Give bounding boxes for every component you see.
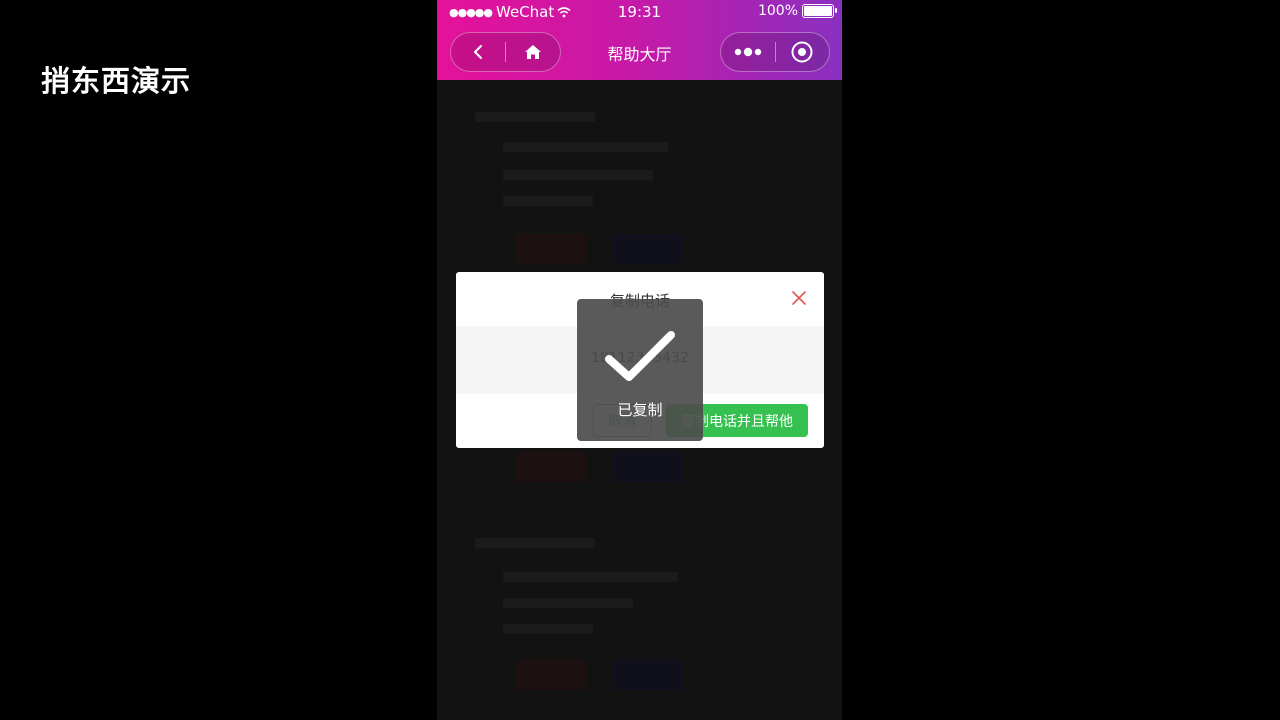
battery-icon [802, 4, 837, 18]
battery-percent: 100% [757, 3, 798, 19]
copied-toast: 已复制 [577, 299, 703, 441]
nav-capsule-right [720, 32, 830, 72]
close-icon[interactable] [792, 291, 806, 305]
checkmark-icon [605, 331, 675, 381]
capsule-close-icon [791, 41, 813, 63]
more-icon [734, 47, 761, 57]
status-bar: ●●●●● WeChat 19:31 100% [437, 0, 842, 24]
watermark-text: 捎东西演示 [41, 64, 192, 98]
more-button[interactable] [721, 33, 775, 71]
app-header: ●●●●● WeChat 19:31 100% 帮助大厅 [437, 0, 842, 80]
toast-text: 已复制 [617, 401, 663, 419]
close-miniprogram-button[interactable] [775, 33, 829, 71]
